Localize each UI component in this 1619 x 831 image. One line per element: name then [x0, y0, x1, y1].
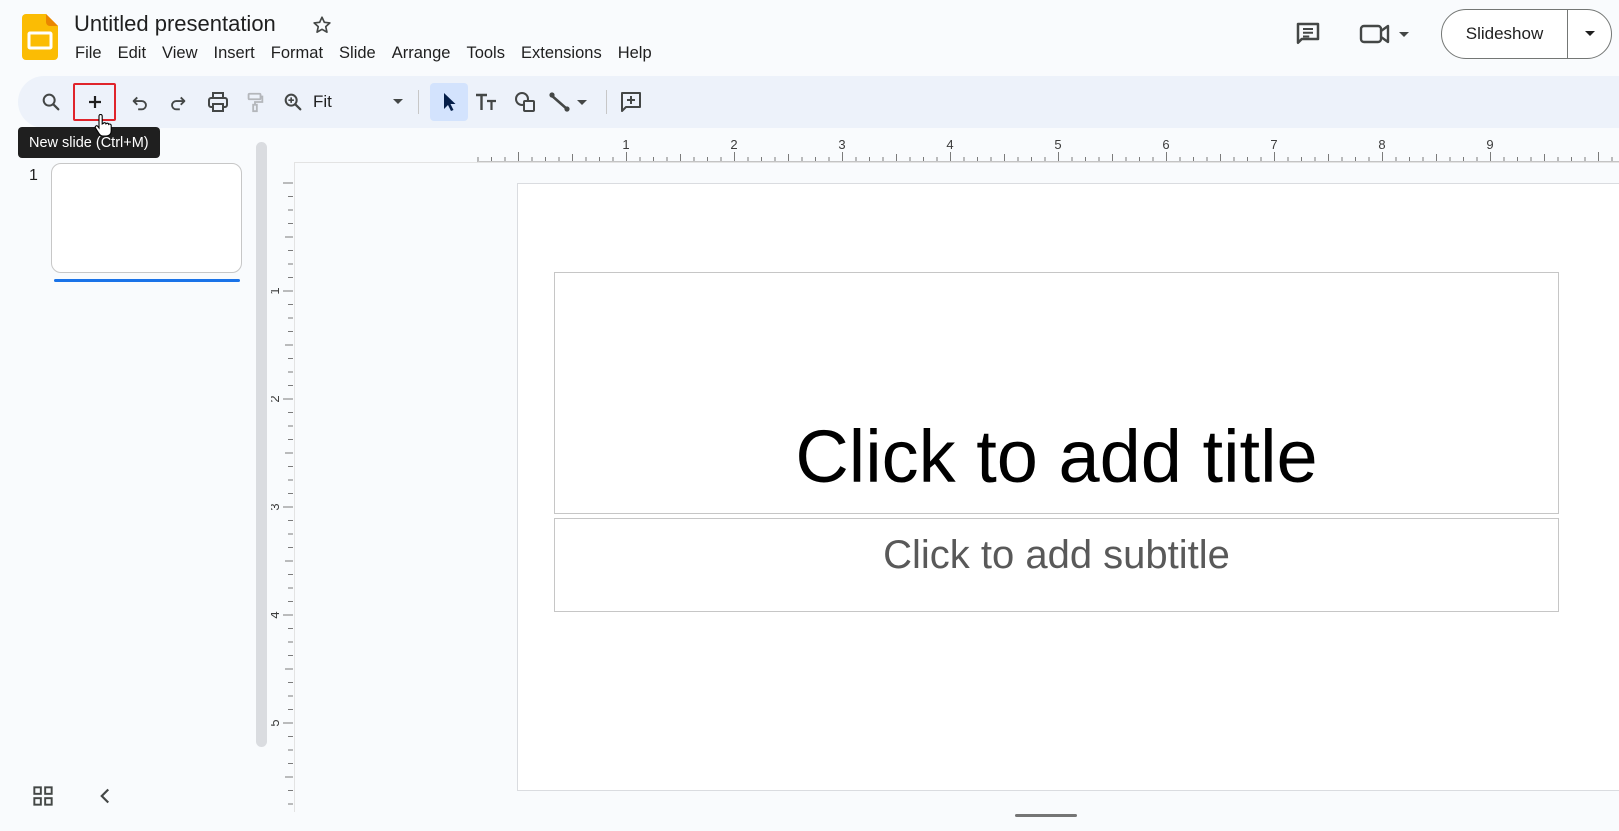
redo-icon[interactable]: [163, 76, 193, 128]
print-icon[interactable]: [202, 76, 234, 128]
text-box-icon[interactable]: [471, 76, 501, 128]
ruler-label: 1: [271, 287, 282, 294]
menu-slide[interactable]: Slide: [331, 42, 384, 66]
ruler-label: 8: [1378, 137, 1385, 152]
title-placeholder[interactable]: Click to add title: [554, 272, 1559, 514]
menu-edit[interactable]: Edit: [110, 42, 154, 66]
line-icon: [549, 92, 587, 112]
menu-format[interactable]: Format: [263, 42, 331, 66]
zoom-value: Fit: [313, 92, 332, 111]
document-title[interactable]: Untitled presentation: [74, 11, 276, 37]
line-tool[interactable]: [548, 76, 596, 128]
toolbar: Fit: [18, 76, 1619, 128]
menu-insert[interactable]: Insert: [206, 42, 263, 66]
undo-icon[interactable]: [125, 76, 155, 128]
slide-number: 1: [29, 167, 38, 184]
grid-view-icon[interactable]: [30, 783, 56, 809]
slide-thumbnail[interactable]: [51, 163, 242, 273]
chevron-left-icon[interactable]: [92, 783, 118, 809]
horizontal-ruler: 1 2 3 4 5 6 7 8 9: [294, 134, 1619, 162]
ruler-label: 5: [271, 719, 282, 726]
chevron-down-icon: [393, 99, 403, 104]
subtitle-placeholder-text: Click to add subtitle: [883, 533, 1230, 577]
menu-extensions[interactable]: Extensions: [513, 42, 610, 66]
menu-view[interactable]: View: [154, 42, 205, 66]
title-placeholder-text: Click to add title: [795, 415, 1318, 498]
ruler-label: 3: [838, 137, 845, 152]
toolbar-divider: [418, 90, 419, 114]
vertical-ruler: 1 2 3 4 5: [271, 178, 293, 808]
new-slide-tooltip: New slide (Ctrl+M): [18, 127, 160, 158]
cursor-icon: [430, 83, 468, 121]
ruler-label: 9: [1486, 137, 1493, 152]
shape-icon[interactable]: [510, 76, 540, 128]
zoom-select[interactable]: Fit: [313, 76, 405, 128]
ruler-label: 4: [946, 137, 953, 152]
filmstrip-scrollbar[interactable]: [256, 142, 267, 747]
paint-format-icon[interactable]: [240, 76, 270, 128]
menu-tools[interactable]: Tools: [458, 42, 513, 66]
chevron-down-icon[interactable]: [1568, 10, 1611, 58]
ruler-label: 4: [271, 611, 282, 618]
slideshow-button[interactable]: Slideshow: [1442, 10, 1568, 58]
select-tool-button[interactable]: [430, 83, 468, 121]
slides-logo[interactable]: [22, 14, 58, 60]
ruler-label: 5: [1054, 137, 1061, 152]
ruler-label: 1: [622, 137, 629, 152]
subtitle-placeholder[interactable]: Click to add subtitle: [554, 518, 1559, 612]
slideshow-button-group: Slideshow: [1441, 9, 1612, 59]
search-icon[interactable]: [36, 76, 66, 128]
menu-file[interactable]: File: [67, 42, 110, 66]
video-camera-icon[interactable]: [1358, 19, 1414, 49]
menu-help[interactable]: Help: [610, 42, 660, 66]
comments-icon[interactable]: [1293, 19, 1323, 49]
star-icon[interactable]: [311, 14, 333, 36]
menu-arrange[interactable]: Arrange: [384, 42, 459, 66]
add-comment-icon[interactable]: [615, 76, 647, 128]
ruler-label: 2: [271, 395, 282, 402]
zoom-icon[interactable]: [278, 76, 308, 128]
hand-pointer-icon: [93, 114, 113, 138]
ruler-label: 6: [1162, 137, 1169, 152]
ruler-label: 3: [271, 503, 282, 510]
ruler-label: 7: [1270, 137, 1277, 152]
speaker-notes-resize-handle[interactable]: [1015, 814, 1077, 817]
selected-slide-indicator: [54, 279, 240, 282]
ruler-label: 2: [730, 137, 737, 152]
toolbar-divider: [606, 90, 607, 114]
menu-bar: File Edit View Insert Format Slide Arran…: [67, 42, 660, 66]
